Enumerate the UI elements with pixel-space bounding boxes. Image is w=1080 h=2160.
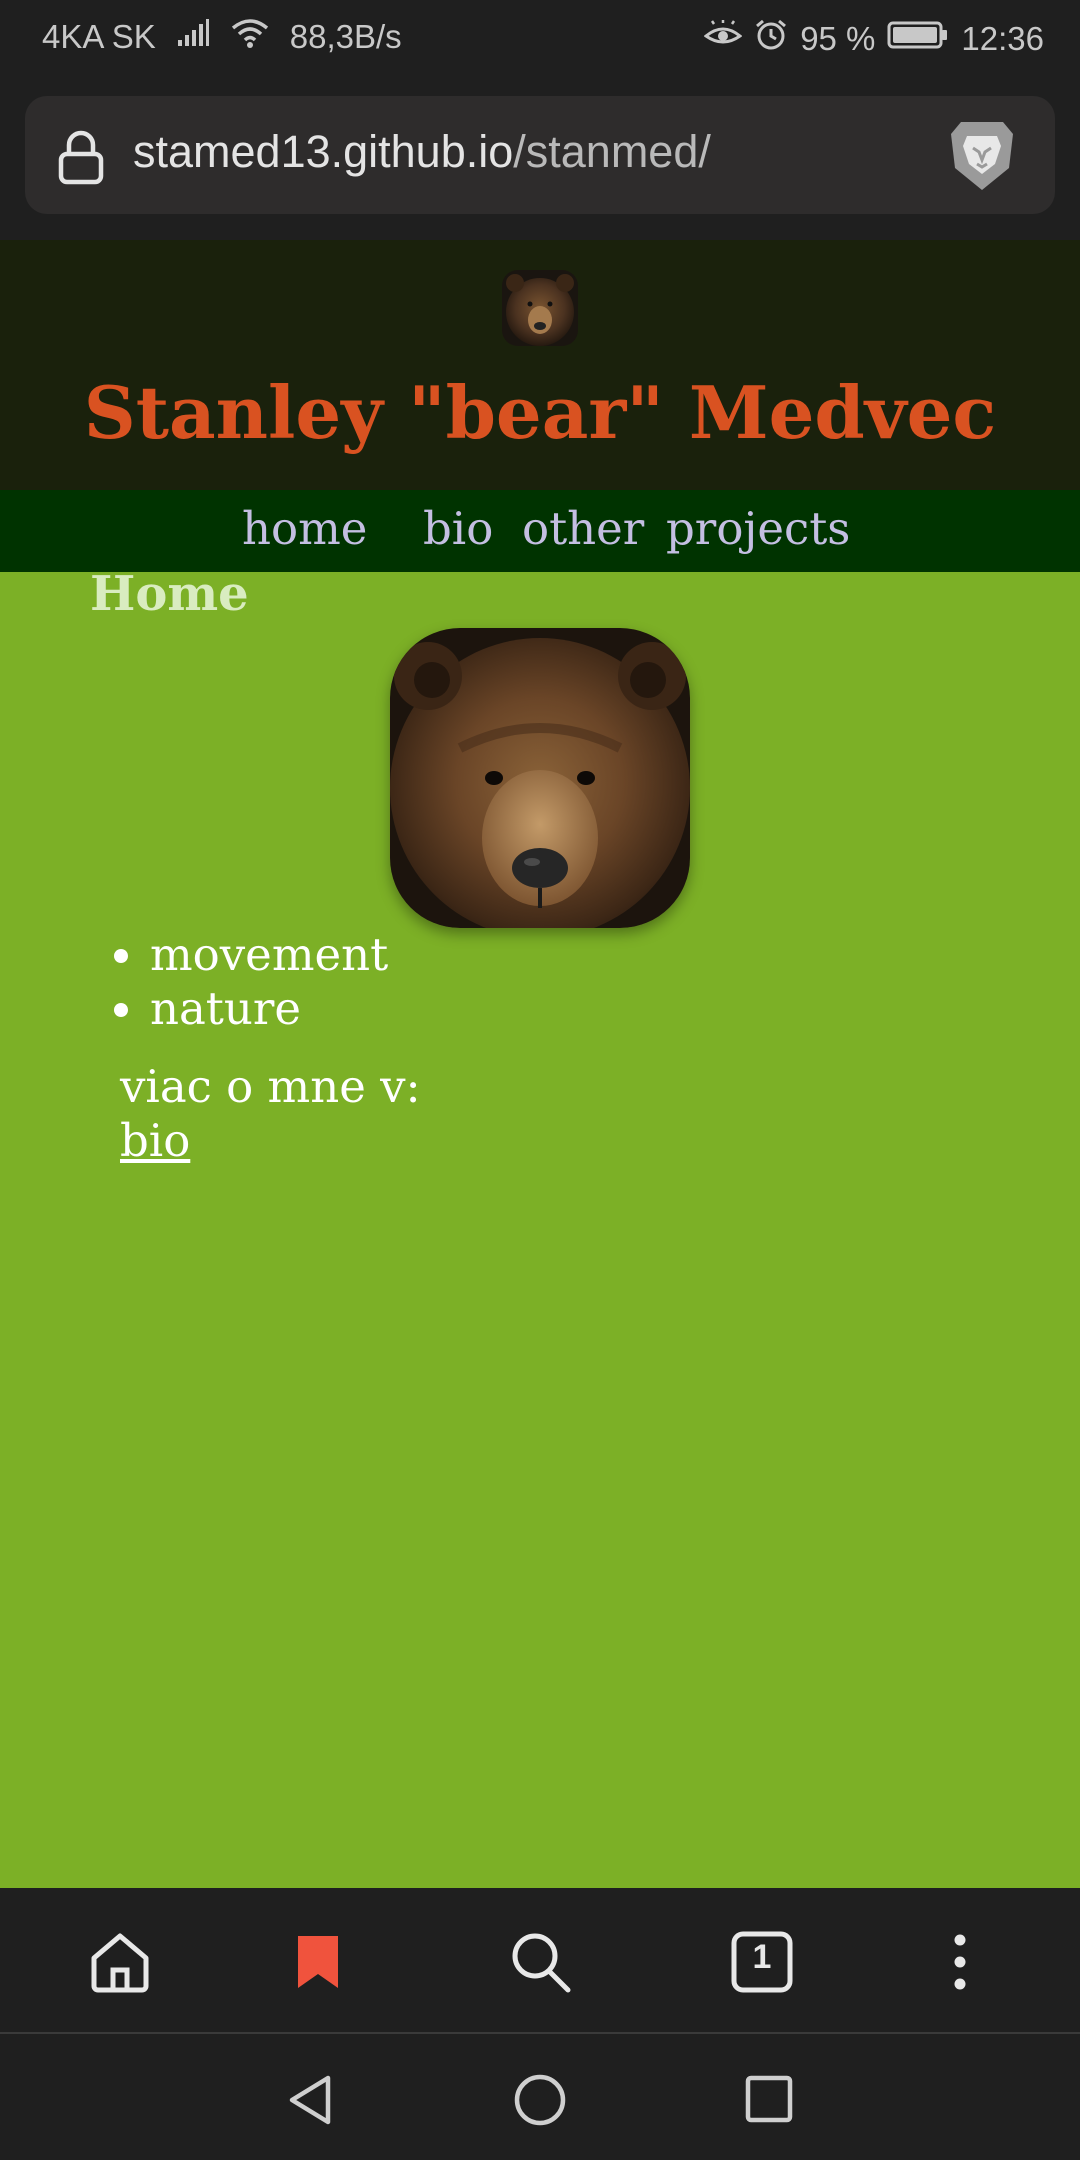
url-text[interactable]: stamed13.github.io/stanmed/ (133, 126, 711, 178)
list-item: nature (88, 982, 388, 1036)
menu-button[interactable] (924, 1926, 996, 1998)
site-header: Stanley "bear" Medvec (0, 240, 1080, 490)
eye-comfort-icon (703, 20, 743, 58)
tab-count: 1 (752, 1938, 772, 1976)
url-host: stamed13.github.io (133, 126, 514, 177)
browser-address-area: stamed13.github.io/stanmed/ (0, 76, 1080, 240)
clock: 12:36 (961, 20, 1044, 57)
home-nav-button[interactable] (512, 2072, 568, 2128)
network-speed: 88,3B/s (289, 18, 402, 55)
list-item: movement (88, 928, 388, 982)
tabs-icon (726, 1931, 798, 2002)
home-icon (84, 1933, 156, 2002)
status-bar: 4KA SK 88,3B/s 95 % 12:36 (0, 0, 1080, 76)
url-path: /stanmed/ (513, 126, 711, 177)
bookmark-icon (282, 1936, 354, 2002)
site-title: Stanley "bear" Medvec (83, 370, 997, 455)
nav-home-link[interactable]: home (242, 502, 367, 555)
home-button[interactable] (84, 1926, 156, 1998)
nav-bio-link[interactable]: bio (423, 502, 493, 555)
alarm-icon (754, 18, 788, 60)
nav-other-link[interactable]: other (522, 502, 644, 555)
site-nav: home bio other projects (0, 490, 1080, 572)
more-vertical-icon (924, 1934, 996, 2002)
bear-logo-image (502, 270, 578, 346)
nav-projects-link[interactable]: projects (666, 502, 850, 555)
signal-icon (176, 18, 210, 56)
bookmarks-button[interactable] (282, 1926, 354, 1998)
address-bar[interactable]: stamed13.github.io/stanmed/ (25, 96, 1055, 214)
home-circle-icon (512, 2074, 568, 2132)
battery-icon (887, 20, 949, 58)
system-navigation-bar (0, 2034, 1080, 2160)
search-button[interactable] (504, 1926, 576, 1998)
more-about-me-text: viac o mne v: (120, 1060, 421, 1113)
back-triangle-icon (282, 2075, 338, 2132)
recents-square-icon (742, 2075, 798, 2132)
wifi-icon (230, 18, 270, 56)
brave-shields-icon[interactable] (947, 118, 1017, 198)
lock-icon[interactable] (57, 130, 105, 190)
recents-button[interactable] (742, 2072, 798, 2128)
back-button[interactable] (282, 2072, 338, 2128)
interest-list: movement nature (88, 928, 388, 1036)
carrier-label: 4KA SK (42, 18, 156, 55)
search-icon (504, 1933, 576, 2002)
battery-percent: 95 % (800, 20, 876, 57)
bear-portrait-image (390, 628, 690, 928)
page-heading: Home (90, 566, 249, 622)
tabs-button[interactable]: 1 (726, 1926, 798, 1998)
browser-toolbar: 1 (0, 1888, 1080, 2034)
bio-link[interactable]: bio (120, 1114, 190, 1168)
